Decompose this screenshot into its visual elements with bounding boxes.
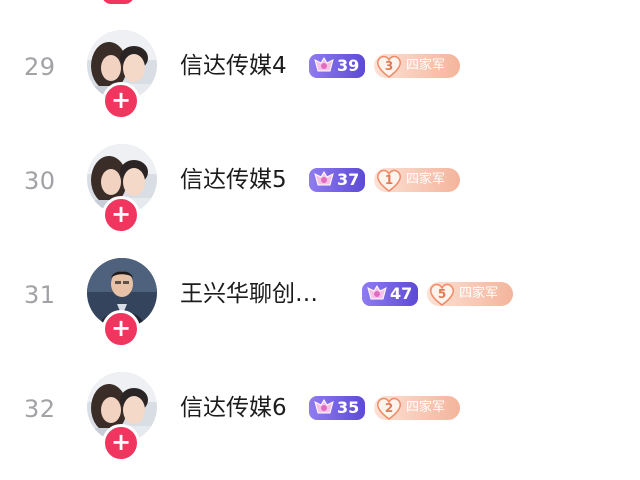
fan-level-number: 2 [384, 401, 394, 415]
user-name[interactable]: 王兴华聊创… [180, 278, 318, 310]
crown-icon [314, 57, 334, 72]
level-number: 35 [337, 398, 360, 417]
plus-icon: + [110, 428, 132, 456]
crown-icon [367, 285, 387, 300]
fan-club-name: 四家军 [406, 58, 446, 73]
avatar-container[interactable]: + [87, 144, 157, 234]
follow-button[interactable]: + [102, 424, 140, 462]
plus-icon: + [110, 314, 132, 342]
user-name[interactable]: 信达传媒5 [180, 164, 287, 196]
follow-button[interactable]: + [102, 82, 140, 120]
level-number: 47 [390, 284, 413, 303]
list-item[interactable]: 30 + 信达传媒5 37 1 四家军 [0, 144, 640, 244]
fan-club-badge: 3 四家军 [374, 54, 460, 78]
crown-icon [314, 171, 334, 186]
follow-button[interactable]: + [102, 196, 140, 234]
rank-number: 32 [24, 395, 56, 423]
level-number: 39 [337, 56, 360, 75]
fan-level-number: 1 [384, 173, 394, 187]
avatar-container[interactable]: + [87, 30, 157, 120]
level-badge: 47 [362, 282, 418, 306]
user-name[interactable]: 信达传媒6 [180, 392, 287, 424]
rank-number: 29 [24, 53, 56, 81]
plus-icon: + [110, 86, 132, 114]
fan-club-name: 四家军 [406, 172, 446, 187]
avatar-container[interactable]: + [87, 372, 157, 462]
level-badge: 39 [309, 54, 365, 78]
fan-level-number: 3 [384, 59, 394, 73]
fan-club-name: 四家军 [406, 400, 446, 415]
list-item[interactable]: 31 + 王兴华聊创… 47 5 四家军 [0, 258, 640, 358]
fan-level-number: 5 [437, 287, 447, 301]
fan-club-badge: 1 四家军 [374, 168, 460, 192]
crown-icon [314, 399, 334, 414]
rank-number: 30 [24, 167, 56, 195]
list-item[interactable]: 29 + 信达传媒4 39 3 四家军 [0, 30, 640, 130]
user-name[interactable]: 信达传媒4 [180, 50, 287, 82]
plus-icon: + [110, 200, 132, 228]
level-badge: 35 [309, 396, 365, 420]
fan-club-badge: 2 四家军 [374, 396, 460, 420]
rank-number: 31 [24, 281, 56, 309]
level-badge: 37 [309, 168, 365, 192]
list-item[interactable]: 32 + 信达传媒6 35 2 四家军 [0, 372, 640, 472]
ranking-list: 29 + 信达传媒4 39 3 四家军 30 + 信达传媒5 37 1 四家军 … [0, 0, 640, 480]
level-number: 37 [337, 170, 360, 189]
fan-club-badge: 5 四家军 [427, 282, 513, 306]
follow-button[interactable]: + [102, 310, 140, 348]
fan-club-name: 四家军 [459, 286, 499, 301]
follow-button-partial[interactable] [102, 0, 134, 4]
avatar-container[interactable]: + [87, 258, 157, 348]
